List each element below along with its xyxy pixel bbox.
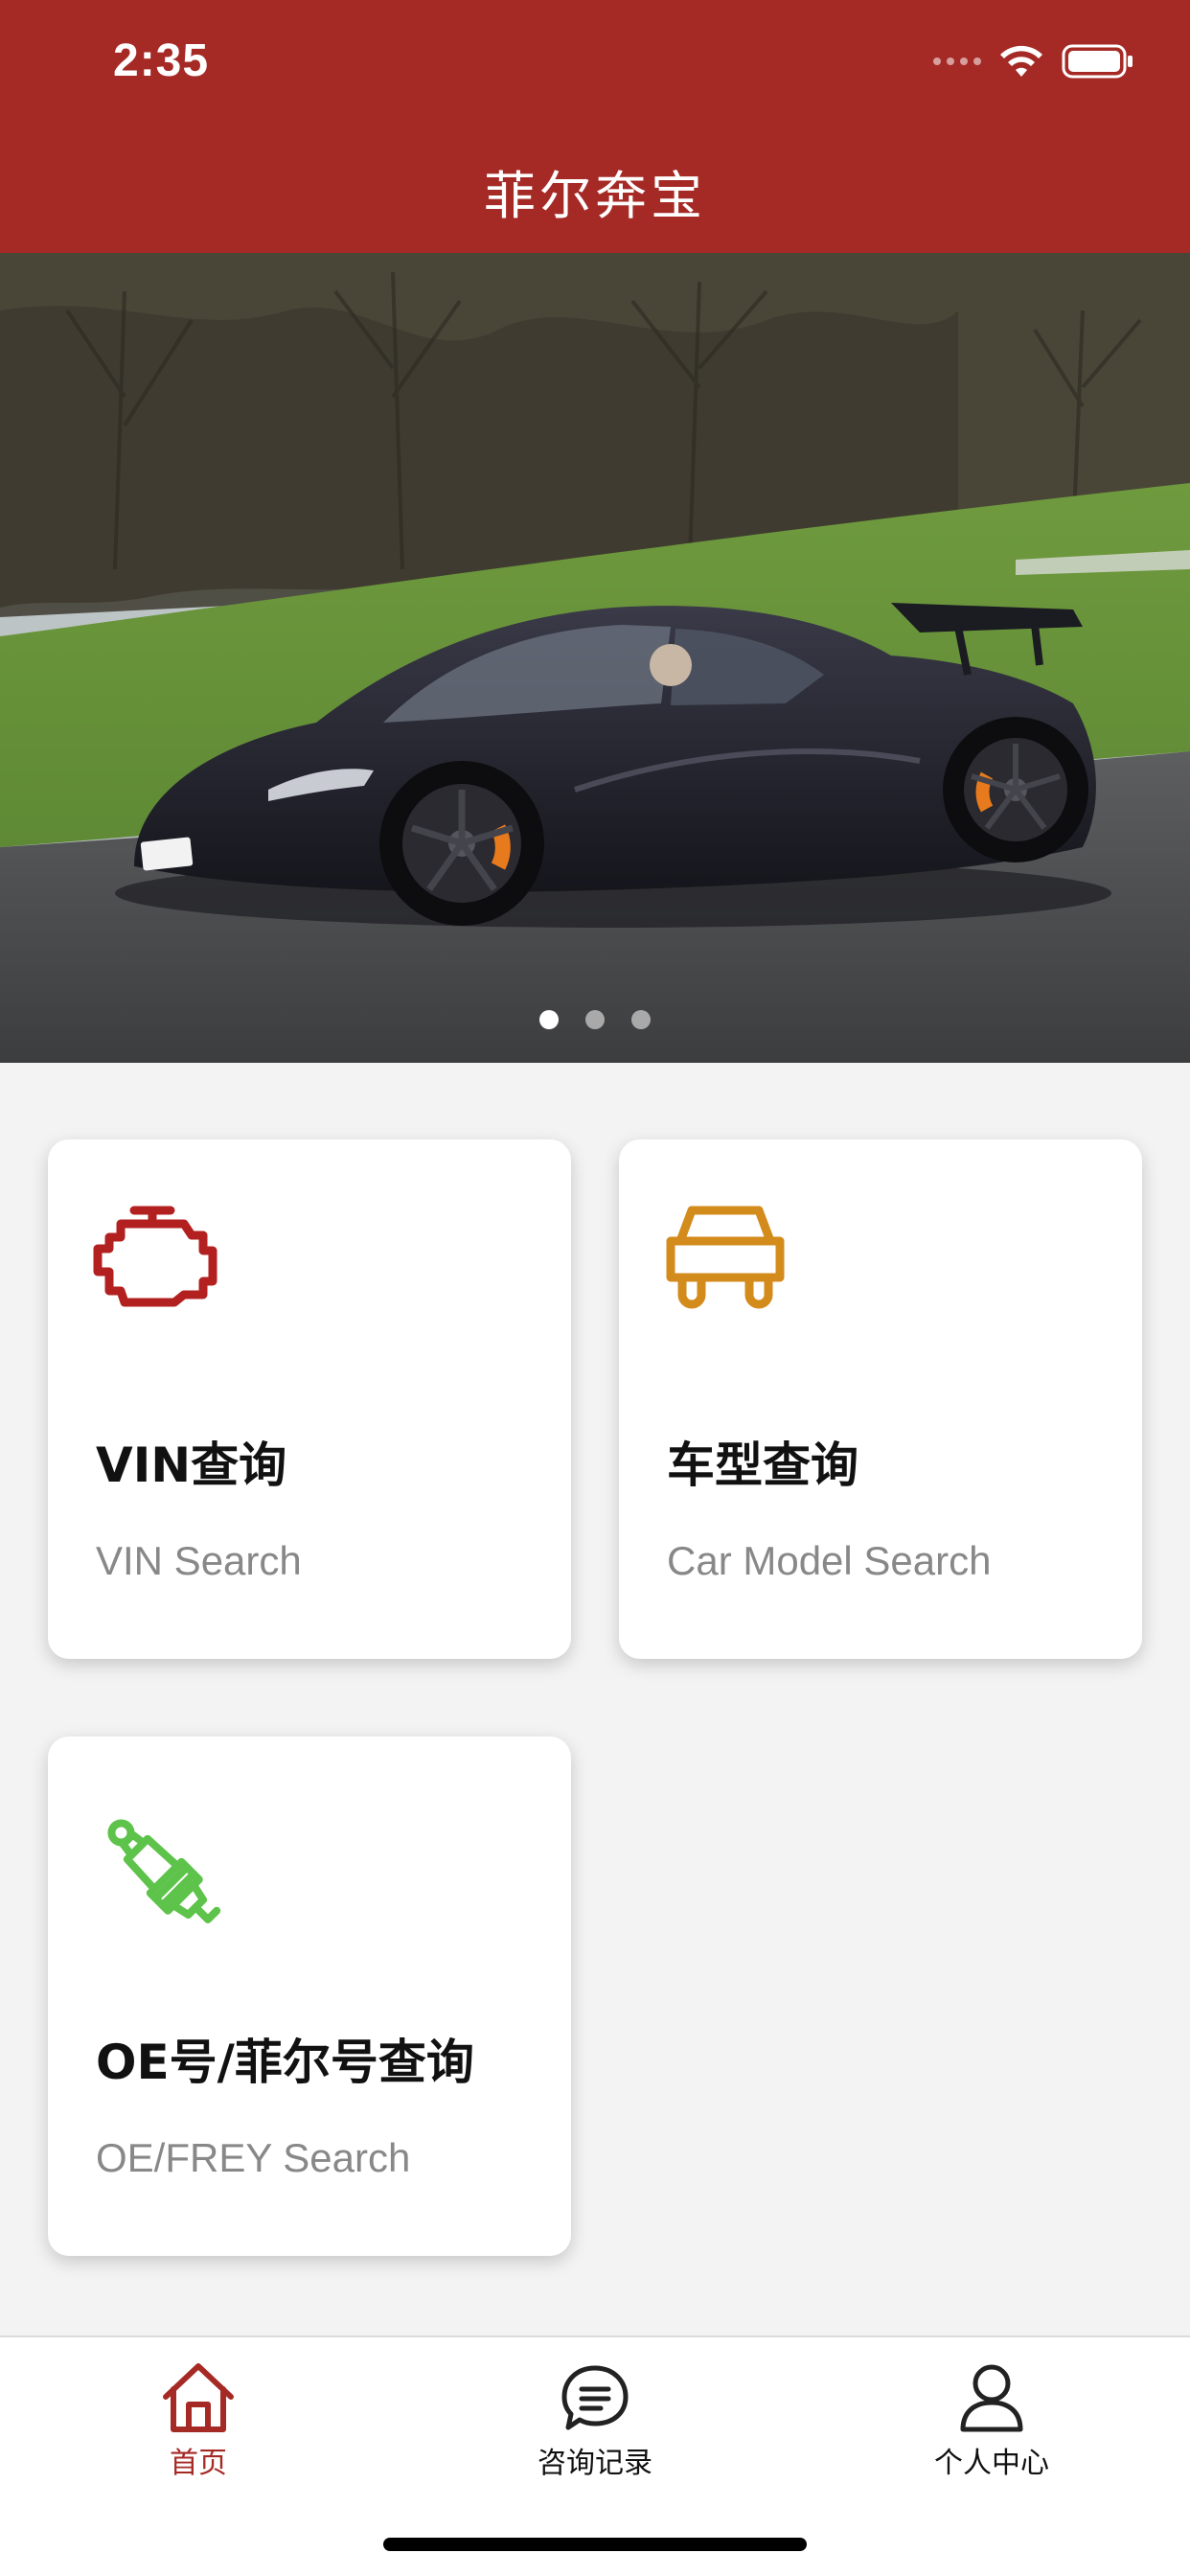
- home-indicator: [383, 2538, 807, 2551]
- wifi-icon: [1000, 45, 1042, 77]
- card-title: OE号/菲尔号查询: [96, 2035, 474, 2090]
- oe-search-card[interactable]: OE号/菲尔号查询 OE/FREY Search: [48, 1736, 571, 2256]
- vin-search-card[interactable]: VIN查询 VIN Search: [48, 1139, 571, 1659]
- tab-profile[interactable]: 个人中心: [848, 2337, 1135, 2500]
- card-title: 车型查询: [667, 1438, 858, 1493]
- chat-icon: [561, 2365, 629, 2430]
- status-time: 2:35: [113, 35, 210, 86]
- card-subtitle: Car Model Search: [667, 1538, 992, 1583]
- tab-label: 首页: [170, 2447, 227, 2480]
- car-icon: [663, 1203, 788, 1314]
- banner-carousel[interactable]: [0, 253, 1190, 1063]
- tab-records[interactable]: 咨询记录: [451, 2337, 739, 2500]
- page-title: 菲尔奔宝: [484, 166, 706, 226]
- battery-icon: [1062, 44, 1133, 79]
- carousel-dot[interactable]: [585, 1010, 605, 1029]
- spark-plug-icon: [92, 1804, 236, 1951]
- tab-label: 个人中心: [934, 2447, 1049, 2480]
- engine-icon: [92, 1203, 218, 1314]
- user-icon: [960, 2364, 1023, 2432]
- carousel-dot-active[interactable]: [539, 1010, 559, 1029]
- card-subtitle: OE/FREY Search: [96, 2135, 411, 2180]
- signal-icon: [933, 58, 981, 65]
- home-icon: [163, 2363, 234, 2432]
- tab-label: 咨询记录: [538, 2447, 652, 2480]
- car-model-search-card[interactable]: 车型查询 Car Model Search: [619, 1139, 1142, 1659]
- carousel-dot[interactable]: [631, 1010, 651, 1029]
- card-title: VIN查询: [96, 1438, 287, 1493]
- app-header: 2:35 菲尔奔宝: [0, 0, 1190, 253]
- card-subtitle: VIN Search: [96, 1538, 302, 1583]
- banner-image: [0, 253, 1190, 1063]
- status-indicators: [933, 42, 1134, 80]
- tab-home[interactable]: 首页: [55, 2337, 342, 2500]
- carousel-dots: [0, 1010, 1190, 1029]
